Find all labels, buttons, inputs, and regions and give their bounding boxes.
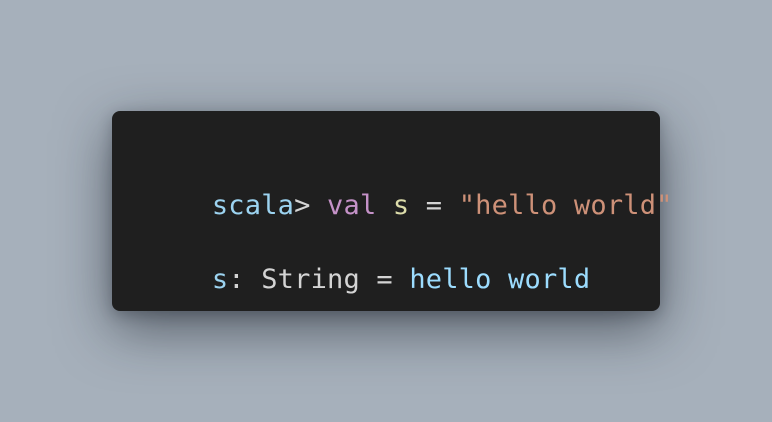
result-variable: s [211, 264, 229, 295]
string-literal: "hello world" [458, 190, 673, 221]
terminal-window: scala> val s = "hello world" s: String =… [112, 111, 672, 311]
prompt-arrow: > [294, 190, 328, 221]
repl-prompt: scala [211, 190, 295, 221]
result-type: : String = [228, 264, 410, 295]
variable-name: s [392, 190, 410, 221]
result-value: hello world [409, 264, 591, 295]
repl-output-line: s: String = hello world [146, 229, 590, 331]
val-keyword: val [327, 190, 377, 221]
assignment-operator: = [409, 190, 459, 221]
